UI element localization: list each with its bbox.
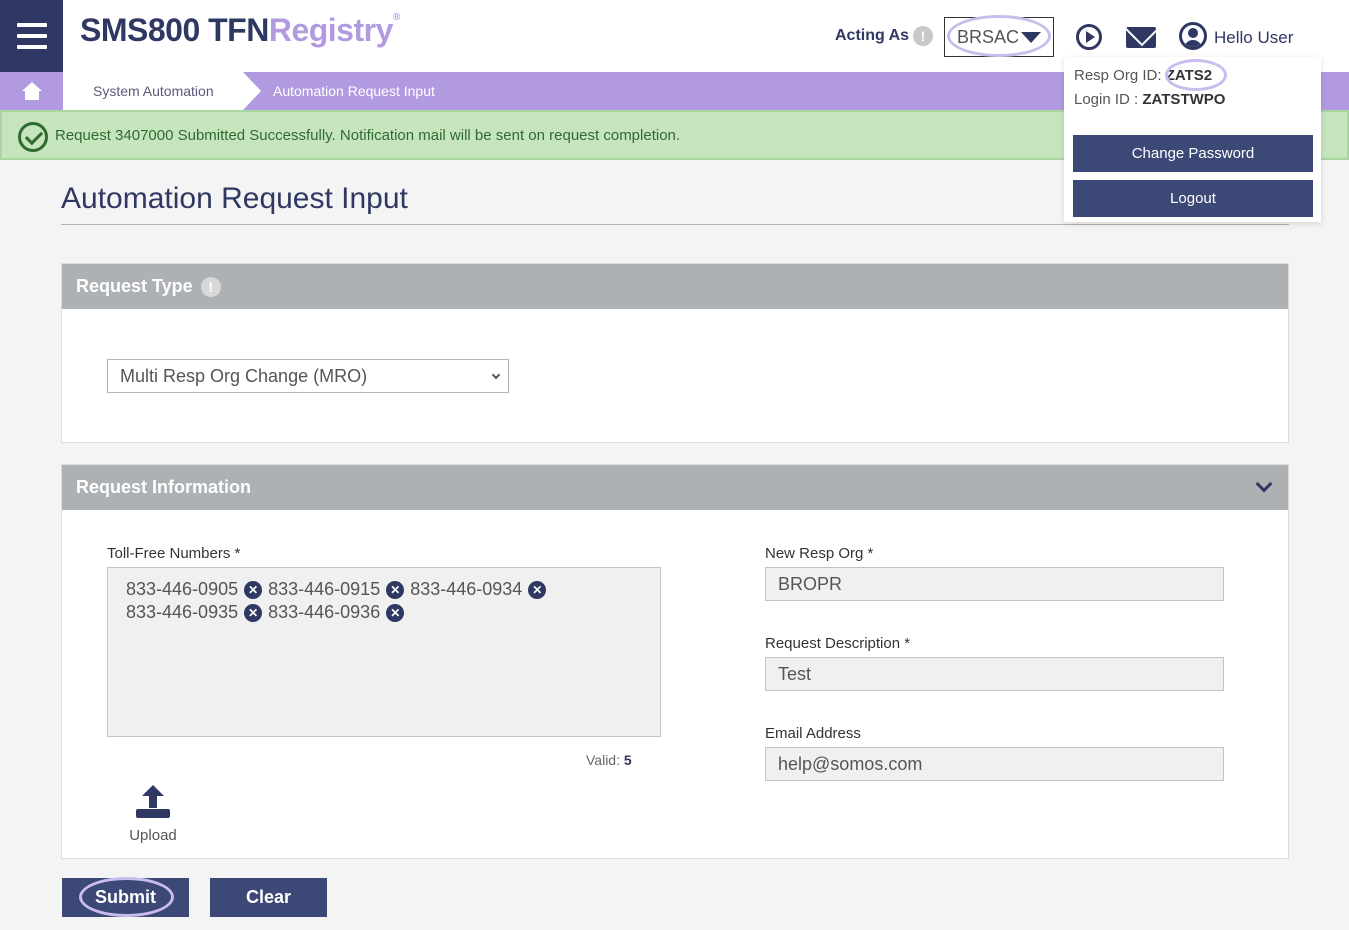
page-title: Automation Request Input (61, 182, 408, 215)
email-label: Email Address (765, 725, 861, 742)
hamburger-menu-icon[interactable] (0, 0, 63, 72)
valid-count: Valid: 5 (586, 752, 632, 768)
tfn-chip: 833-446-0935 ✕ (126, 601, 263, 624)
resp-org-row: Resp Org ID: ZATS2 (1074, 67, 1212, 84)
upload-label: Upload (129, 827, 177, 844)
submit-button[interactable]: Submit (62, 878, 189, 917)
user-greeting[interactable]: Hello User (1214, 28, 1293, 48)
breadcrumb-parent[interactable]: System Automation (63, 72, 243, 110)
clear-button[interactable]: Clear (210, 878, 327, 917)
new-resp-org-label: New Resp Org * (765, 545, 874, 562)
request-type-header: Request Type ! (62, 264, 1288, 309)
upload-button[interactable]: Upload (127, 785, 179, 849)
title-divider (61, 224, 1289, 225)
home-icon (21, 82, 42, 100)
logo-registered-mark: ® (392, 12, 400, 23)
resp-org-label: Resp Org ID: (1074, 67, 1162, 84)
request-description-input[interactable]: Test (765, 657, 1224, 691)
request-information-panel: Request Information Toll-Free Numbers * … (61, 464, 1289, 859)
acting-as-value: BRSAC (957, 26, 1020, 47)
request-type-select[interactable]: Multi Resp Org Change (MRO) (107, 359, 509, 393)
tfn-chip: 833-446-0934 ✕ (410, 578, 547, 601)
request-type-panel: Request Type ! Multi Resp Org Change (MR… (61, 263, 1289, 443)
valid-count-label: Valid: (586, 752, 620, 768)
email-value: help@somos.com (778, 753, 923, 774)
remove-chip-icon[interactable]: ✕ (386, 580, 405, 599)
play-circle-icon[interactable] (1076, 24, 1102, 50)
logout-button[interactable]: Logout (1073, 180, 1313, 217)
request-information-heading: Request Information (76, 477, 252, 497)
tfn-chip: 833-446-0936 ✕ (268, 601, 405, 624)
logo-primary-text: SMS800 TFN (80, 12, 269, 48)
request-type-info-icon[interactable]: ! (200, 276, 221, 297)
acting-as-select[interactable]: BRSAC (944, 17, 1054, 57)
request-description-value: Test (778, 663, 812, 684)
new-resp-org-input[interactable]: BROPR (765, 567, 1224, 601)
collapse-chevron-icon[interactable] (1255, 475, 1273, 493)
breadcrumb-separator (243, 72, 261, 110)
alert-message: Request 3407000 Submitted Successfully. … (55, 127, 681, 144)
tfn-chip: 833-446-0915 ✕ (268, 578, 405, 601)
tfn-chip-number: 833-446-0934 (410, 579, 523, 599)
valid-count-value: 5 (623, 752, 632, 768)
tfn-chip-number: 833-446-0936 (268, 602, 381, 622)
upload-icon (136, 785, 170, 819)
request-description-label: Request Description * (765, 635, 911, 652)
tfn-label: Toll-Free Numbers * (107, 545, 241, 562)
tfn-input[interactable]: 833-446-0905 ✕ 833-446-0915 ✕ 833-446-0934 ✕ 8… (107, 567, 661, 737)
tfn-chip-list: 833-446-0905 ✕ 833-446-0915 ✕ 833-446-0934 ✕ 8… (126, 578, 596, 624)
resp-org-value: ZATS2 (1165, 67, 1213, 84)
breadcrumb-current: Automation Request Input (273, 83, 435, 99)
tfn-chip-number: 833-446-0915 (268, 579, 381, 599)
acting-as-label: Acting As (835, 27, 910, 44)
email-input[interactable]: help@somos.com (765, 747, 1224, 781)
login-id-label: Login ID : (1074, 91, 1139, 108)
request-type-heading: Request Type (76, 276, 193, 296)
tfn-chip-number: 833-446-0905 (126, 579, 239, 599)
tfn-chip: 833-446-0905 ✕ (126, 578, 263, 601)
user-avatar-icon[interactable] (1179, 22, 1207, 50)
request-information-header[interactable]: Request Information (62, 465, 1288, 510)
chevron-down-icon (491, 370, 501, 380)
new-resp-org-value: BROPR (778, 573, 843, 594)
logo-secondary-text: Registry (268, 12, 394, 48)
remove-chip-icon[interactable]: ✕ (528, 580, 547, 599)
acting-as-info-icon[interactable]: ! (913, 26, 933, 46)
remove-chip-icon[interactable]: ✕ (386, 603, 405, 622)
remove-chip-icon[interactable]: ✕ (244, 580, 263, 599)
login-id-value: ZATSTWPO (1142, 91, 1226, 108)
app-logo: SMS800 TFNRegistry® (80, 12, 400, 49)
tfn-chip-number: 833-446-0935 (126, 602, 239, 622)
change-password-button[interactable]: Change Password (1073, 135, 1313, 172)
user-dropdown-menu: Resp Org ID: ZATS2 Login ID : ZATSTWPO C… (1064, 57, 1321, 222)
caret-down-icon (1021, 32, 1041, 43)
mail-icon[interactable] (1126, 27, 1156, 48)
login-id-row: Login ID : ZATSTWPO (1074, 91, 1225, 108)
home-button[interactable] (0, 72, 63, 110)
request-type-selected-value: Multi Resp Org Change (MRO) (120, 365, 368, 386)
remove-chip-icon[interactable]: ✕ (244, 603, 263, 622)
check-circle-icon (18, 122, 48, 152)
